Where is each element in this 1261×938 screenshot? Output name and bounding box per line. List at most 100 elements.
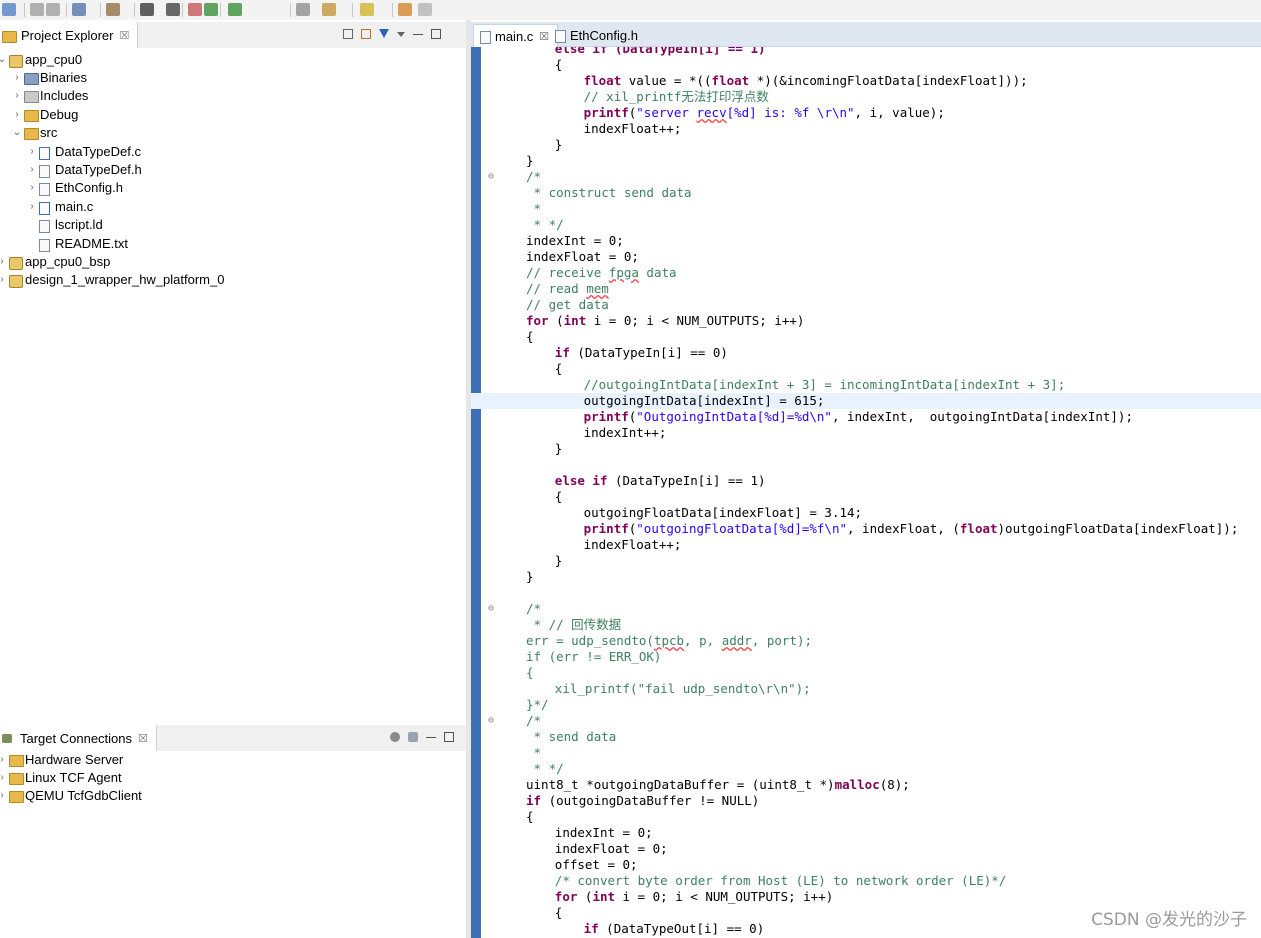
fold-toggle-icon[interactable]: ⊖ bbox=[488, 601, 498, 617]
chevron-right-icon[interactable]: › bbox=[0, 754, 8, 765]
tab-project-explorer[interactable]: Project Explorer ☒ bbox=[0, 22, 139, 48]
code-area[interactable]: else if (DataTypeIn[i] == 1){float value… bbox=[471, 47, 1261, 938]
code-token: uint8_t *outgoingDataBuffer = (uint8_t *… bbox=[526, 777, 835, 792]
code-token: printf bbox=[583, 105, 629, 120]
tree-item[interactable]: › Binaries bbox=[11, 68, 87, 86]
code-token: i = 0; i < NUM_OUTPUTS; i++) bbox=[615, 889, 834, 904]
chevron-right-icon[interactable]: › bbox=[0, 256, 8, 267]
code-line: printf("OutgoingIntData[%d]=%d\n", index… bbox=[471, 409, 1261, 425]
filter-icon[interactable] bbox=[379, 29, 389, 38]
code-token: (DataTypeIn[i] == 1) bbox=[607, 473, 766, 488]
back-icon[interactable] bbox=[398, 3, 412, 16]
tree-item[interactable]: › DataTypeDef.h bbox=[26, 160, 142, 178]
tree-item[interactable]: › Linux TCF Agent bbox=[0, 768, 122, 786]
code-line: { bbox=[471, 489, 1261, 505]
new-connection-icon[interactable] bbox=[390, 732, 400, 742]
code-text: indexFloat = 0; bbox=[555, 841, 668, 857]
save-icon[interactable] bbox=[30, 3, 44, 16]
tree-item[interactable]: › Includes bbox=[11, 87, 88, 105]
close-icon[interactable]: ☒ bbox=[539, 30, 549, 43]
code-text: * */ bbox=[526, 761, 564, 777]
debug-icon[interactable] bbox=[204, 3, 218, 16]
tree-item[interactable]: › main.c bbox=[26, 197, 93, 215]
code-line: offset = 0; bbox=[471, 857, 1261, 873]
maximize-icon[interactable] bbox=[444, 732, 454, 742]
external-tools-icon[interactable] bbox=[296, 3, 310, 16]
run-target-icon[interactable] bbox=[188, 3, 202, 16]
chevron-right-icon[interactable]: › bbox=[11, 90, 23, 101]
chevron-right-icon[interactable]: › bbox=[11, 109, 23, 120]
build-config-icon[interactable] bbox=[72, 3, 86, 16]
chevron-right-icon[interactable]: › bbox=[0, 790, 8, 801]
edit-connection-icon[interactable] bbox=[408, 732, 418, 742]
code-token: //outgoingIntData[indexInt + 3] = incomi… bbox=[583, 377, 1066, 392]
toolbar-separator bbox=[24, 3, 25, 17]
chevron-right-icon[interactable]: › bbox=[11, 72, 23, 83]
tree-item[interactable]: › design_1_wrapper_hw_platform_0 bbox=[0, 271, 224, 289]
code-line: * construct send data bbox=[471, 185, 1261, 201]
code-line: outgoingFloatData[indexFloat] = 3.14; bbox=[471, 505, 1261, 521]
tree-item[interactable]: README.txt bbox=[26, 234, 128, 252]
tree-item[interactable]: lscript.ld bbox=[26, 216, 103, 234]
code-text: else if (DataTypeIn[i] == 1) bbox=[555, 473, 766, 489]
tree-item-label: DataTypeDef.h bbox=[55, 161, 142, 177]
fold-toggle-icon[interactable]: ⊖ bbox=[488, 713, 498, 729]
tree-item[interactable]: › Debug bbox=[11, 105, 78, 123]
chevron-down-icon[interactable]: ⌄ bbox=[0, 54, 8, 65]
build-icon[interactable] bbox=[106, 3, 120, 16]
code-text: { bbox=[555, 361, 563, 377]
terminal-icon[interactable] bbox=[166, 3, 180, 16]
code-text: * send data bbox=[526, 729, 617, 745]
maximize-icon[interactable] bbox=[431, 29, 441, 39]
marker-icon[interactable] bbox=[322, 3, 336, 16]
chevron-right-icon[interactable]: › bbox=[26, 201, 38, 212]
code-token: indexFloat++; bbox=[583, 121, 682, 136]
tree-item[interactable]: › Hardware Server bbox=[0, 750, 123, 768]
code-token: /* bbox=[526, 713, 542, 728]
tree-item[interactable]: ⌄ app_cpu0 bbox=[0, 50, 82, 68]
minimize-icon[interactable] bbox=[426, 732, 436, 738]
editor-tab[interactable]: EthConfig.h bbox=[549, 24, 646, 46]
run-icon[interactable] bbox=[228, 3, 242, 16]
minimize-icon[interactable] bbox=[413, 29, 423, 35]
chevron-right-icon[interactable]: › bbox=[26, 146, 38, 157]
close-icon[interactable]: ☒ bbox=[119, 29, 129, 42]
code-token: printf bbox=[583, 521, 629, 536]
forward-icon[interactable] bbox=[418, 3, 432, 16]
tree-item[interactable]: › app_cpu0_bsp bbox=[0, 252, 110, 270]
tree-item[interactable]: › DataTypeDef.c bbox=[26, 142, 141, 160]
code-token: i = 0; i < NUM_OUTPUTS; i++) bbox=[586, 313, 805, 328]
highlight-icon[interactable] bbox=[360, 3, 374, 16]
code-line: } bbox=[471, 569, 1261, 585]
link-editor-icon[interactable] bbox=[361, 29, 371, 39]
code-line: * bbox=[471, 745, 1261, 761]
collapse-all-icon[interactable] bbox=[343, 29, 353, 39]
code-token: { bbox=[554, 57, 563, 72]
chevron-right-icon[interactable]: › bbox=[26, 164, 38, 175]
new-icon[interactable] bbox=[2, 3, 16, 16]
fold-toggle-icon[interactable]: ⊖ bbox=[488, 169, 498, 185]
tree-item[interactable]: ⌄ src bbox=[11, 124, 57, 142]
code-text: { bbox=[526, 809, 534, 825]
tree-item-label: app_cpu0_bsp bbox=[25, 253, 111, 269]
view-menu-icon[interactable] bbox=[397, 32, 405, 37]
code-token: outgoingFloatData[indexFloat] = 3.14; bbox=[583, 505, 863, 520]
chevron-right-icon[interactable]: › bbox=[0, 274, 8, 285]
tree-item[interactable]: › QEMU TcfGdbClient bbox=[0, 787, 142, 805]
code-token: , indexFloat, ( bbox=[847, 521, 960, 536]
tree-item[interactable]: › EthConfig.h bbox=[26, 179, 123, 197]
chevron-down-icon[interactable]: ⌄ bbox=[11, 127, 23, 138]
tab-target-connections[interactable]: Target Connections ☒ bbox=[0, 725, 157, 751]
save-all-icon[interactable] bbox=[46, 3, 60, 16]
console-icon[interactable] bbox=[140, 3, 154, 16]
toolbar-separator bbox=[100, 3, 101, 17]
code-text: float value = *((float *)(&incomingFloat… bbox=[584, 73, 1028, 89]
chevron-right-icon[interactable]: › bbox=[0, 772, 8, 783]
code-text: xil_printf("fail udp_sendto\r\n"); bbox=[555, 681, 811, 697]
close-icon[interactable]: ☒ bbox=[138, 732, 148, 745]
editor-tab[interactable]: main.c ☒ bbox=[473, 24, 559, 47]
folder-icon bbox=[8, 753, 24, 767]
chevron-right-icon[interactable]: › bbox=[26, 182, 38, 193]
file-icon bbox=[38, 163, 52, 178]
project-icon bbox=[8, 273, 23, 289]
